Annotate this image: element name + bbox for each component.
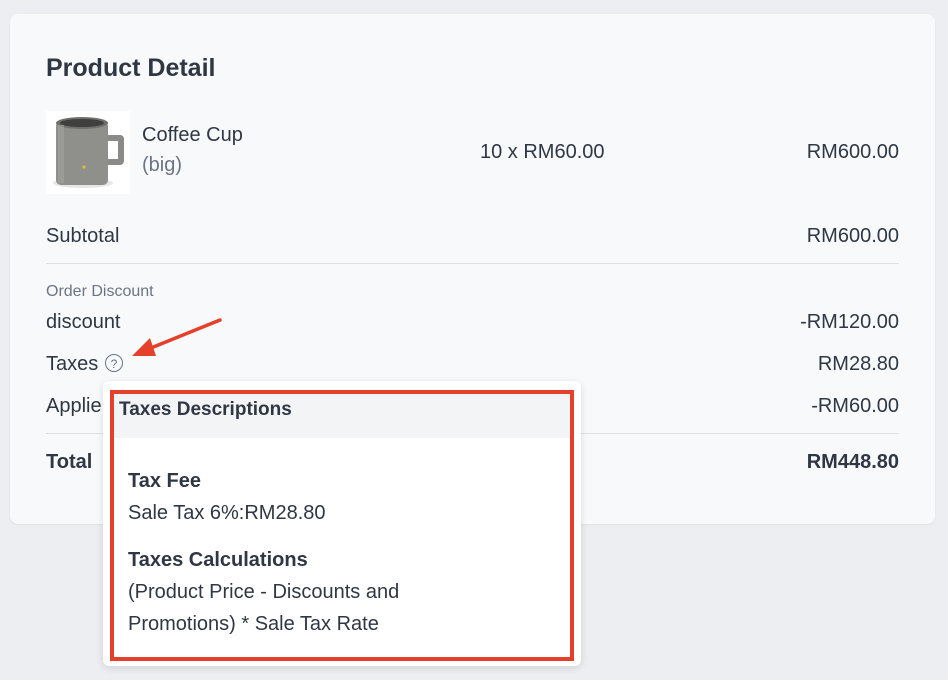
subtotal-label: Subtotal xyxy=(46,225,120,247)
taxes-label: Taxes xyxy=(46,353,99,375)
order-discount-caption: Order Discount xyxy=(46,283,154,300)
annotation-highlight-box xyxy=(110,390,574,661)
applied-label: Applie xyxy=(46,395,102,417)
product-variant: (big) xyxy=(142,154,183,176)
product-image xyxy=(46,111,130,194)
taxes-value: RM28.80 xyxy=(817,353,899,375)
total-label: Total xyxy=(46,451,93,473)
page-title: Product Detail xyxy=(46,54,216,82)
annotation-arrow-icon xyxy=(132,318,222,356)
product-quantity-price: 10 x RM60.00 xyxy=(480,141,605,163)
product-line-total: RM600.00 xyxy=(806,141,899,163)
total-value: RM448.80 xyxy=(806,451,899,473)
applied-value: -RM60.00 xyxy=(811,395,899,417)
discount-value: -RM120.00 xyxy=(800,311,899,333)
coffee-mug-icon xyxy=(46,111,130,194)
divider xyxy=(46,263,899,264)
discount-label: discount xyxy=(46,311,121,333)
product-name[interactable]: Coffee Cup xyxy=(142,124,243,147)
subtotal-value: RM600.00 xyxy=(806,225,899,247)
